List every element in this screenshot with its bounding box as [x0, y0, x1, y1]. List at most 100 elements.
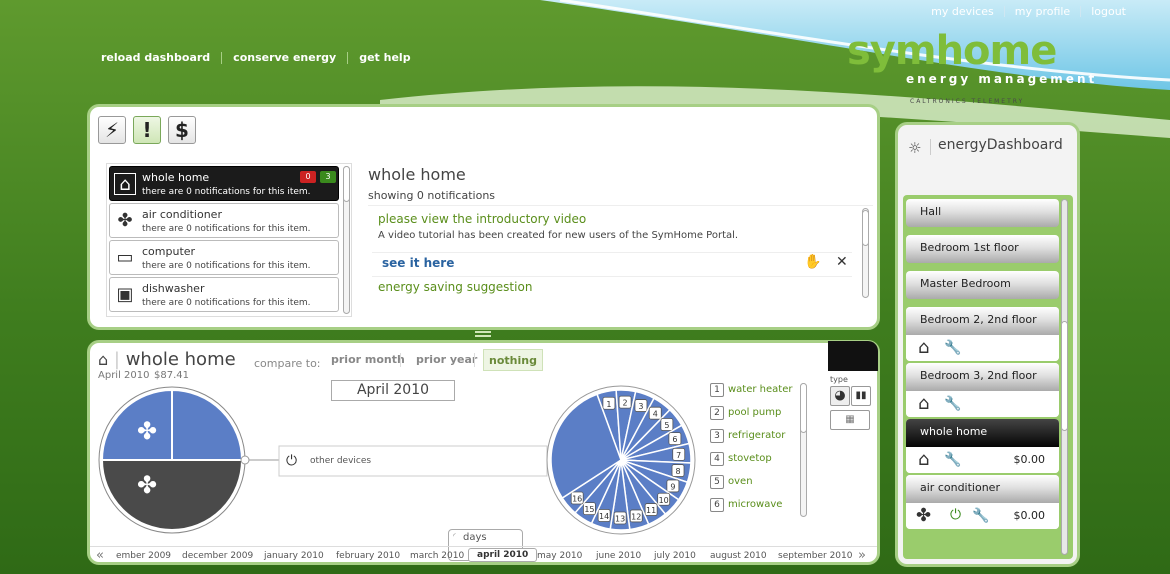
- timeline-month[interactable]: june 2010: [596, 551, 641, 561]
- device-cost: $0.00: [1013, 509, 1046, 522]
- legend-number: 3: [710, 429, 724, 443]
- room-item[interactable]: Hall: [906, 199, 1059, 227]
- house-icon: ⌂: [114, 173, 136, 195]
- wrench-icon[interactable]: 🔧: [944, 396, 961, 412]
- house-icon[interactable]: ⌂: [918, 337, 929, 358]
- room-item[interactable]: Bedroom 3, 2nd floor ⌂ 🔧: [906, 363, 1059, 417]
- legend-label: water heater: [728, 384, 793, 395]
- wheel-slice-label: 9: [670, 482, 675, 491]
- list-item[interactable]: ▣ dishwasher there are 0 notifications f…: [109, 277, 339, 312]
- red-count-badge: 0: [300, 171, 316, 183]
- chart-type-label: type: [830, 375, 848, 384]
- panel-resize-handle[interactable]: [475, 331, 491, 337]
- my-devices-link[interactable]: my devices: [921, 5, 1004, 18]
- fan-icon: ✤: [136, 471, 158, 499]
- wheel-slice-label: 15: [584, 505, 594, 514]
- legend-number: 5: [710, 475, 724, 489]
- detail-scrollbar-thumb[interactable]: [862, 210, 869, 246]
- item-subtitle: there are 0 notifications for this item.: [142, 261, 311, 271]
- sidebar-scrollbar-thumb[interactable]: [1061, 321, 1068, 431]
- timeline-month[interactable]: september 2010: [778, 551, 853, 561]
- house-icon[interactable]: ⌂: [918, 393, 929, 414]
- wheel-slice-label: 3: [638, 402, 643, 411]
- get-help-link[interactable]: get help: [348, 51, 421, 64]
- room-item[interactable]: Master Bedroom: [906, 271, 1059, 299]
- item-title: air conditioner: [142, 208, 222, 221]
- logo-tagline: energy management: [906, 72, 1098, 86]
- notification-detail: please view the introductory video A vid…: [368, 205, 873, 303]
- timeline-month[interactable]: may 2010: [537, 551, 582, 561]
- exclamation-icon[interactable]: !: [133, 116, 161, 144]
- chevron-right-icon[interactable]: »: [858, 548, 866, 563]
- logo-wordmark: symhome: [847, 28, 1057, 74]
- wheel-slice-label: 6: [672, 435, 677, 444]
- green-count-badge: 3: [320, 171, 336, 183]
- chevron-left-icon[interactable]: «: [96, 548, 104, 563]
- timeline-month[interactable]: february 2010: [336, 551, 400, 561]
- timeline-month[interactable]: march 2010: [410, 551, 464, 561]
- wheel-slice-label: 2: [623, 399, 628, 408]
- list-item[interactable]: ✤ air conditioner there are 0 notificati…: [109, 203, 339, 238]
- room-name: Bedroom 2, 2nd floor: [906, 307, 1059, 335]
- symhome-logo: symhome energy management CALTRONICS TEL…: [842, 20, 1102, 115]
- dismiss-icon[interactable]: ✋: [804, 254, 821, 270]
- lightning-icon[interactable]: ⚡: [98, 116, 126, 144]
- item-subtitle: there are 0 notifications for this item.: [142, 298, 311, 308]
- wrench-icon[interactable]: 🔧: [944, 452, 961, 468]
- notification-body: A video tutorial has been created for ne…: [378, 230, 739, 241]
- wheel-slice-label: 7: [676, 451, 681, 460]
- month-timeline: « ember 2009 december 2009 january 2010 …: [90, 546, 877, 566]
- plug-icon: ⏻: [286, 453, 298, 469]
- notification-detail-title: whole home: [368, 165, 466, 184]
- pie-slice: [171, 388, 244, 461]
- timeline-month[interactable]: december 2009: [182, 551, 253, 561]
- timeline-month[interactable]: july 2010: [654, 551, 696, 561]
- room-name: air conditioner: [906, 475, 1059, 503]
- wheel-slice-label: 8: [675, 467, 680, 476]
- list-item[interactable]: ⌂ whole home there are 0 notifications f…: [109, 166, 339, 201]
- chart-area: 1 2 345678910111213141516: [98, 385, 696, 535]
- room-item[interactable]: Bedroom 1st floor: [906, 235, 1059, 263]
- wrench-icon[interactable]: 🔧: [972, 508, 989, 524]
- room-item[interactable]: whole home ⌂ 🔧 $0.00: [906, 419, 1059, 473]
- timeline-month-selected[interactable]: april 2010: [468, 548, 538, 562]
- timeline-month[interactable]: ember 2009: [116, 551, 171, 561]
- wrench-icon[interactable]: 🔧: [944, 340, 961, 356]
- divider: [372, 252, 852, 253]
- room-name: whole home: [906, 419, 1059, 447]
- legend-number: 1: [710, 383, 724, 397]
- logout-link[interactable]: logout: [1081, 5, 1136, 18]
- power-icon[interactable]: ⏻: [950, 507, 961, 523]
- bar-chart-type-icon[interactable]: ▮▮: [851, 386, 871, 406]
- connector-node: [240, 455, 250, 465]
- room-item[interactable]: air conditioner ✤ ⏻ 🔧 $0.00: [906, 475, 1059, 529]
- sun-icon: ☼: [908, 139, 922, 157]
- close-icon[interactable]: ✕: [836, 254, 848, 270]
- logo-credit: CALTRONICS TELEMETRY: [910, 98, 1025, 105]
- notification-device-list: ⌂ whole home there are 0 notifications f…: [106, 163, 352, 317]
- energy-dashboard-sidebar: ☼ energyDashboard Hall Bedroom 1st floor…: [895, 122, 1080, 567]
- wheel-slice-label: 13: [615, 514, 625, 523]
- see-it-here-link[interactable]: see it here: [382, 256, 454, 270]
- fan-icon: ✤: [916, 505, 932, 526]
- notifications-panel: ⚡ ! $ ⌂ whole home there are 0 notificat…: [87, 104, 880, 330]
- conserve-energy-link[interactable]: conserve energy: [222, 51, 347, 64]
- dollar-icon[interactable]: $: [168, 116, 196, 144]
- legend-scrollbar-thumb[interactable]: [800, 383, 807, 433]
- timeline-month[interactable]: august 2010: [710, 551, 767, 561]
- my-profile-link[interactable]: my profile: [1005, 5, 1080, 18]
- pie-chart-type-icon[interactable]: ◕: [830, 386, 850, 406]
- house-icon[interactable]: ⌂: [918, 449, 929, 470]
- notification-heading: please view the introductory video: [378, 212, 587, 226]
- timeline-month[interactable]: january 2010: [264, 551, 324, 561]
- list-scrollbar-thumb[interactable]: [343, 166, 350, 202]
- reload-dashboard-link[interactable]: reload dashboard: [90, 51, 221, 64]
- room-item[interactable]: Bedroom 2, 2nd floor ⌂ 🔧: [906, 307, 1059, 361]
- legend-number: 4: [710, 452, 724, 466]
- grid-chart-type-icon[interactable]: ▦: [830, 410, 870, 430]
- divider: [372, 276, 852, 277]
- wheel-slice-label: 16: [572, 495, 582, 504]
- wheel-slice-label: 12: [631, 512, 641, 521]
- list-item[interactable]: ▭ computer there are 0 notifications for…: [109, 240, 339, 275]
- room-cost: $0.00: [1013, 453, 1046, 466]
